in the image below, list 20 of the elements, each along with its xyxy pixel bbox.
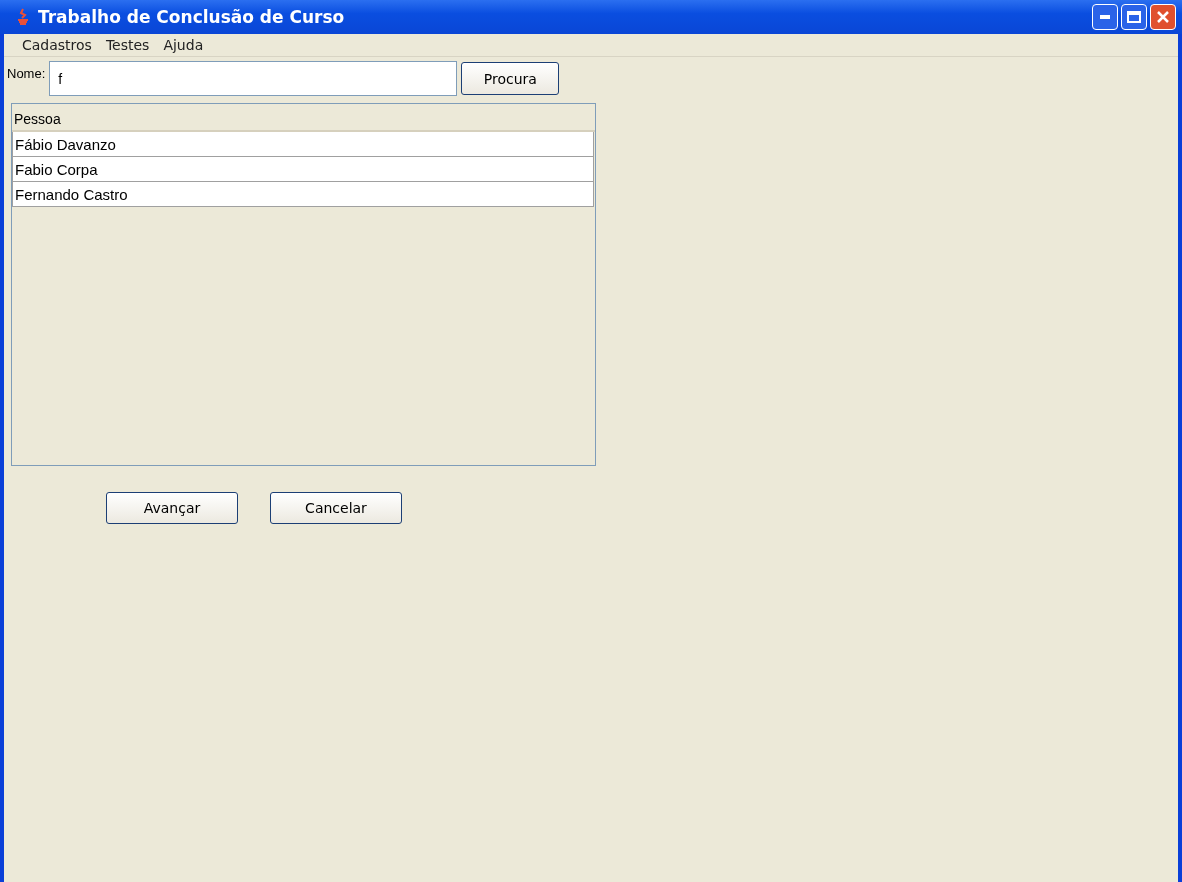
action-button[interactable]: Cancelar: [270, 492, 402, 524]
close-icon: [1156, 10, 1170, 24]
field-label: Nome:: [7, 66, 46, 81]
minimize-button[interactable]: [1092, 4, 1118, 30]
menu-item[interactable]: Testes: [105, 37, 150, 53]
name-field[interactable]: f: [49, 61, 458, 96]
table-row[interactable]: Fábio Davanzo: [12, 132, 594, 157]
maximize-button[interactable]: [1121, 4, 1147, 30]
table-row[interactable]: Fernando Castro: [12, 182, 594, 207]
window-title: Trabalho de Conclusão de Curso: [38, 7, 346, 27]
close-button[interactable]: [1150, 4, 1176, 30]
cup-icon: [16, 8, 30, 26]
menu-item[interactable]: Cadastros: [22, 37, 92, 53]
table-row[interactable]: Fabio Corpa: [12, 157, 594, 182]
minimize-icon: [1100, 15, 1110, 19]
maximize-icon: [1127, 11, 1141, 23]
menu-item[interactable]: Ajuda: [163, 37, 204, 53]
search-button[interactable]: Procura: [461, 62, 560, 95]
action-button[interactable]: Avançar: [106, 492, 238, 524]
column-header[interactable]: Pessoa: [12, 111, 61, 130]
